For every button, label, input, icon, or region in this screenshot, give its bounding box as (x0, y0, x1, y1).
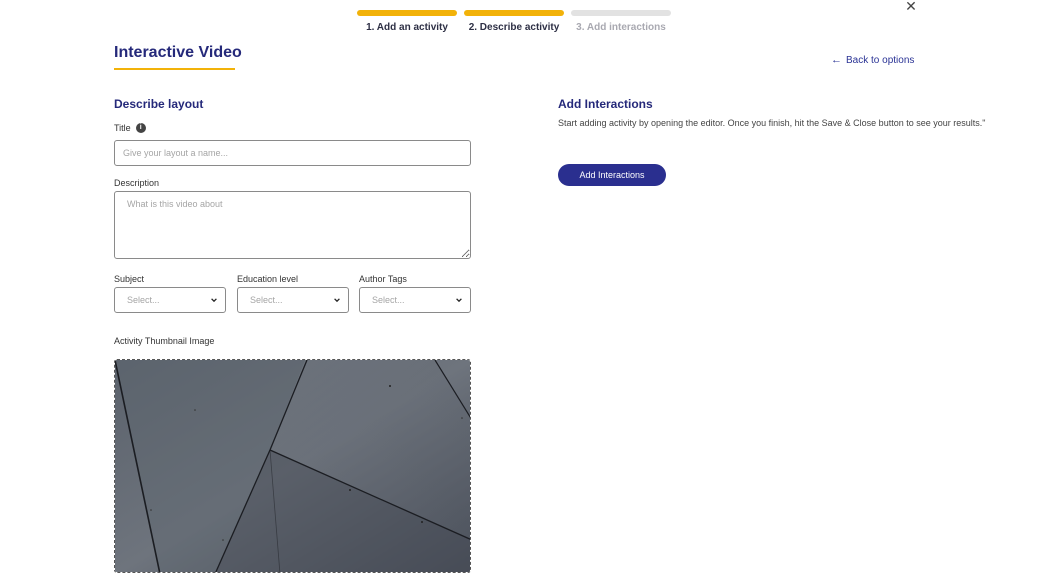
interactions-description: Start adding activity by opening the edi… (558, 118, 986, 128)
close-icon[interactable]: ✕ (904, 0, 918, 14)
education-select-value: Select... (250, 295, 283, 305)
title-input[interactable] (114, 140, 471, 166)
step-bar (464, 10, 564, 16)
step-label: 2. Describe activity (468, 22, 560, 33)
author-tags-select[interactable]: Select... (359, 287, 471, 313)
subject-select[interactable]: Select... (114, 287, 226, 313)
thumbnail-image (115, 360, 470, 572)
chevron-down-icon (211, 298, 217, 303)
subject-select-value: Select... (127, 295, 160, 305)
back-to-options-link[interactable]: ← Back to options (831, 54, 914, 66)
education-level-select[interactable]: Select... (237, 287, 349, 313)
thumbnail-dropzone[interactable] (114, 359, 471, 573)
back-link-label: Back to options (846, 54, 915, 66)
step-label: 1. Add an activity (366, 22, 448, 33)
step-bar (357, 10, 457, 16)
subject-label: Subject (114, 274, 145, 284)
title-underline (114, 68, 235, 70)
describe-layout-heading: Describe layout (114, 97, 204, 111)
tags-select-value: Select... (372, 295, 405, 305)
progress-stepper: 1. Add an activity 2. Describe activity … (357, 10, 671, 33)
add-interactions-heading: Add Interactions (558, 97, 653, 111)
description-label: Description (114, 178, 160, 188)
description-textarea[interactable] (114, 191, 471, 259)
author-tags-label: Author Tags (359, 274, 407, 284)
info-icon[interactable]: i (135, 123, 146, 133)
add-interactions-button[interactable]: Add Interactions (558, 164, 666, 186)
step-label: 3. Add interactions (576, 22, 666, 33)
chevron-down-icon (456, 298, 462, 303)
step-describe-activity[interactable]: 2. Describe activity (464, 10, 564, 33)
title-label-row: Title i (114, 123, 146, 133)
page-title: Interactive Video (114, 44, 242, 61)
step-add-activity[interactable]: 1. Add an activity (357, 10, 457, 33)
step-add-interactions[interactable]: 3. Add interactions (571, 10, 671, 33)
title-label: Title (114, 123, 131, 133)
thumbnail-label: Activity Thumbnail Image (114, 336, 215, 346)
education-label: Education level (237, 274, 299, 284)
chevron-down-icon (334, 298, 340, 303)
arrow-left-icon: ← (831, 54, 842, 66)
step-bar (571, 10, 671, 16)
